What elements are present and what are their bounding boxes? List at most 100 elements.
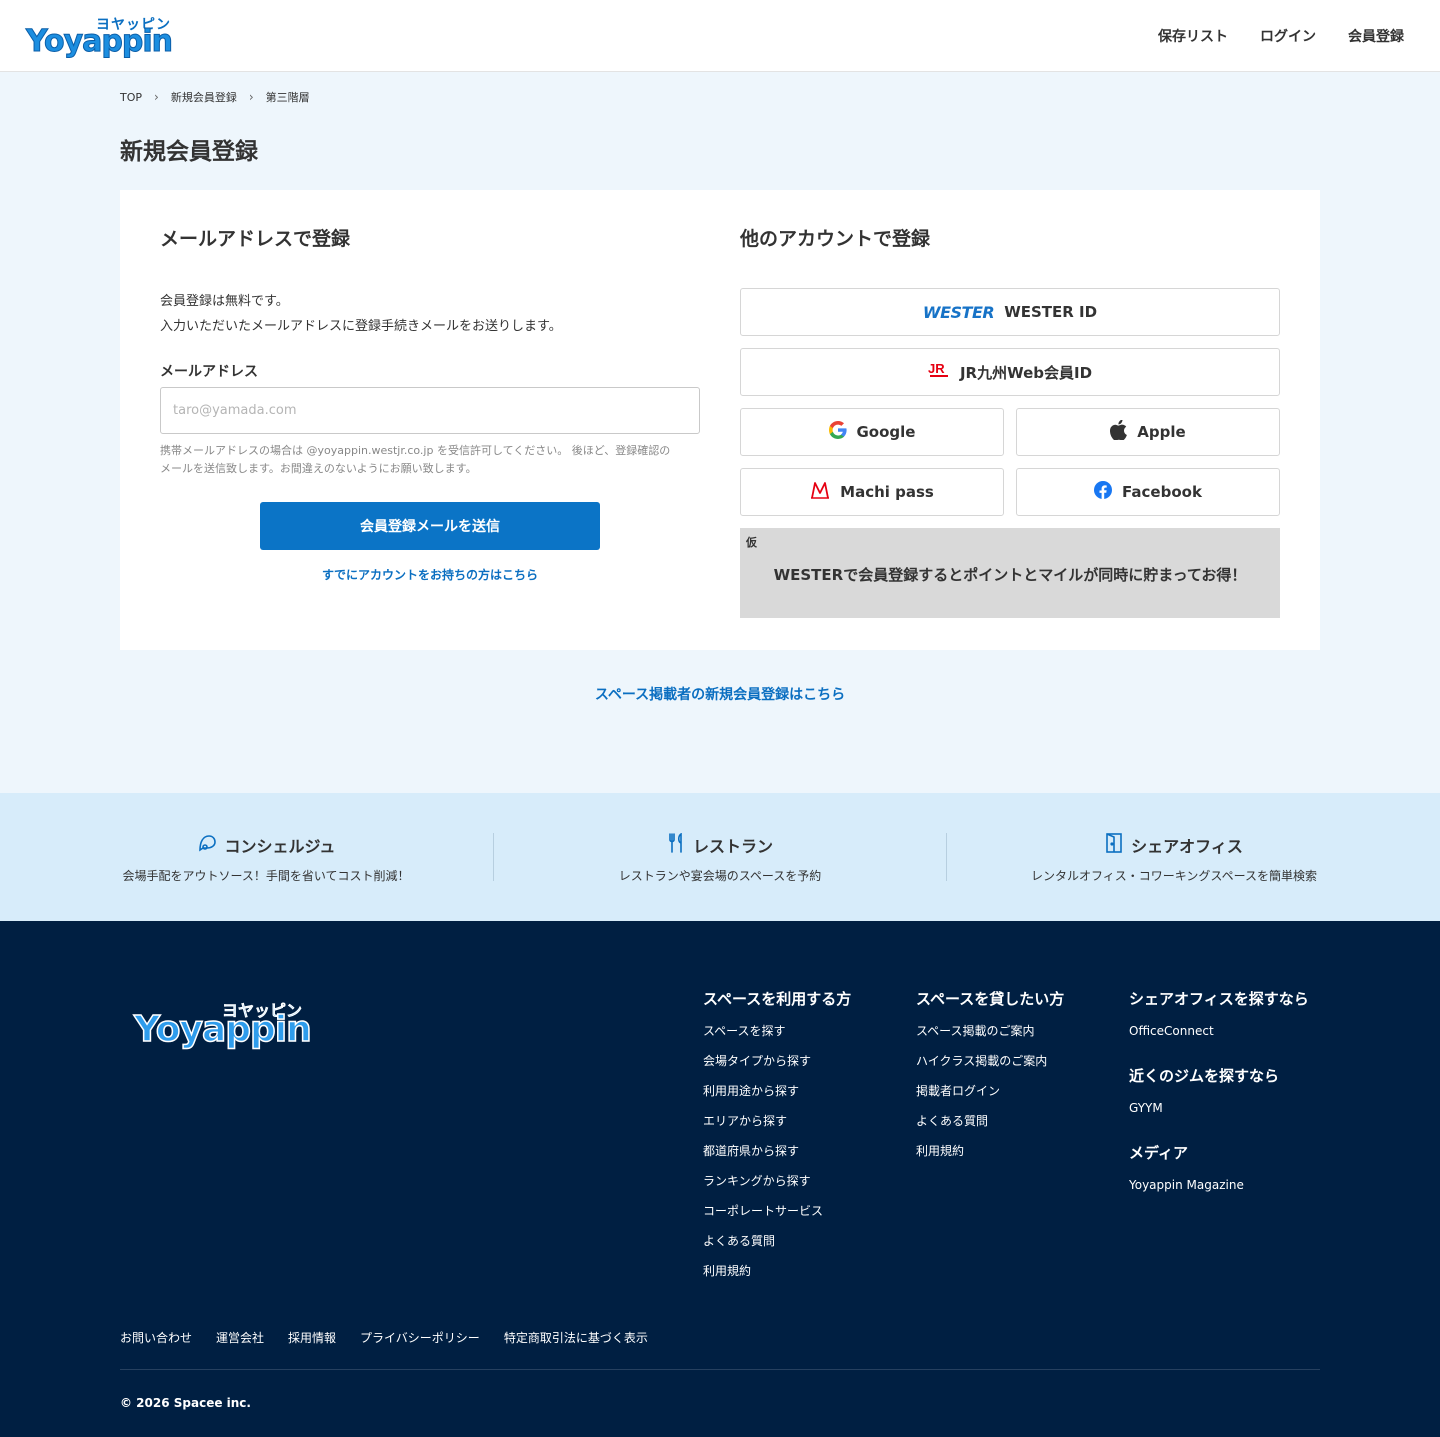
intro-line-1: 会員登録は無料です。 — [160, 294, 289, 309]
footer-link[interactable]: スペースを探す — [703, 1023, 851, 1053]
page-title: 新規会員登録 — [120, 139, 258, 165]
breadcrumb-register[interactable]: 新規会員登録 — [171, 89, 237, 105]
jr-kyushu-logo-icon: JR — [928, 361, 950, 383]
machi-pass-label: Machi pass — [840, 483, 934, 501]
footer-gym-title: 近くのジムを探すなら — [1129, 1067, 1280, 1085]
footer-link[interactable]: ランキングから探す — [703, 1173, 851, 1203]
footer-link[interactable]: 会場タイプから探す — [703, 1053, 851, 1083]
chevron-right-icon: › — [154, 90, 159, 104]
footer-users-title: スペースを利用する方 — [703, 990, 852, 1008]
service-concierge-desc: 会場手配をアウトソース！手間を省いてコスト削減！ — [122, 869, 410, 883]
wester-promo-banner[interactable]: 仮 WESTERで会員登録するとポイントとマイルが同時に貯まってお得！ — [740, 528, 1280, 618]
service-concierge[interactable]: コンシェルジュ 会場手配をアウトソース！手間を省いてコスト削減！ — [66, 833, 466, 884]
service-office[interactable]: シェアオフィス レンタルオフィス・コワーキングスペースを簡単検索 — [974, 833, 1374, 884]
email-field[interactable] — [160, 387, 700, 434]
nav-register[interactable]: 会員登録 — [1348, 26, 1404, 46]
footer-office-title: シェアオフィスを探すなら — [1129, 990, 1309, 1008]
footer-bottom-links: お問い合わせ 運営会社 採用情報 プライバシーポリシー 特定商取引法に基づく表示 — [120, 1329, 648, 1346]
facebook-label: Facebook — [1122, 483, 1202, 501]
promo-text: WESTERで会員登録するとポイントとマイルが同時に貯まってお得！ — [773, 566, 1247, 584]
service-restaurant-title: レストラン — [692, 837, 773, 856]
apple-button[interactable]: Apple — [1016, 408, 1280, 456]
concierge-icon — [197, 833, 217, 857]
host-registration-link[interactable]: スペース掲載者の新規会員登録はこちら — [0, 684, 1440, 704]
registration-card: メールアドレスで登録 会員登録は無料です。 入力いただいたメールアドレスに登録手… — [120, 190, 1320, 650]
google-label: Google — [856, 423, 916, 441]
breadcrumb: TOP › 新規会員登録 › 第三階層 — [120, 89, 310, 105]
footer-logo-text: Yoyappin — [133, 1008, 312, 1051]
google-button[interactable]: Google — [740, 408, 1004, 456]
jr-kyushu-button[interactable]: JR JR九州Web会員ID — [740, 348, 1280, 396]
facebook-icon — [1094, 481, 1113, 503]
footer-link-officeconnect[interactable]: OfficeConnect — [1129, 1023, 1309, 1053]
breadcrumb-current: 第三階層 — [265, 91, 310, 104]
footer-privacy-link[interactable]: プライバシーポリシー — [360, 1329, 480, 1346]
sso-row-1: Google Apple — [740, 408, 1280, 456]
footer-link[interactable]: 利用規約 — [703, 1263, 851, 1293]
wester-logo-icon: WESTER — [922, 302, 995, 322]
copyright: © 2026 Spacee inc. — [120, 1396, 251, 1410]
divider — [946, 833, 947, 881]
footer-link-magazine[interactable]: Yoyappin Magazine — [1129, 1177, 1309, 1207]
logo-text: Yoyappin — [26, 24, 174, 60]
yoyappin-logo[interactable]: ヨヤッピン Yoyappin — [26, 12, 174, 60]
footer-link[interactable]: 都道府県から探す — [703, 1143, 851, 1173]
machi-pass-button[interactable]: Machi pass — [740, 468, 1004, 516]
sso-row-2: Machi pass Facebook — [740, 468, 1280, 516]
wester-label: WESTER ID — [1004, 303, 1098, 321]
email-section-title: メールアドレスで登録 — [160, 228, 351, 250]
email-registration-section: メールアドレスで登録 会員登録は無料です。 入力いただいたメールアドレスに登録手… — [160, 224, 700, 583]
footer-link[interactable]: よくある質問 — [703, 1233, 851, 1263]
existing-account-link[interactable]: すでにアカウントをお持ちの方はこちら — [160, 566, 700, 583]
footer-link[interactable]: 掲載者ログイン — [916, 1083, 1064, 1113]
service-restaurant-desc: レストランや宴会場のスペースを予約 — [618, 869, 822, 883]
facebook-button[interactable]: Facebook — [1016, 468, 1280, 516]
footer-hosts-column: スペースを貸したい方 スペース掲載のご案内 ハイクラス掲載のご案内 掲載者ログイ… — [916, 988, 1064, 1173]
footer-legal-link[interactable]: 特定商取引法に基づく表示 — [504, 1329, 648, 1346]
footer-logo[interactable]: ヨヤッピン Yoyappin — [133, 995, 314, 1059]
footer-hosts-title: スペースを貸したい方 — [916, 990, 1065, 1008]
site-header: ヨヤッピン Yoyappin 保存リスト ログイン 会員登録 — [0, 0, 1440, 72]
apple-label: Apple — [1137, 423, 1186, 441]
footer-recruit-link[interactable]: 採用情報 — [288, 1329, 336, 1346]
footer-users-column: スペースを利用する方 スペースを探す 会場タイプから探す 利用用途から探す エリ… — [703, 988, 851, 1293]
footer-link[interactable]: スペース掲載のご案内 — [916, 1023, 1064, 1053]
footer-media-title: メディア — [1129, 1144, 1188, 1162]
other-section-title: 他のアカウントで登録 — [740, 228, 931, 250]
footer-link[interactable]: 利用規約 — [916, 1143, 1064, 1173]
office-icon — [1105, 833, 1123, 857]
service-concierge-title: コンシェルジュ — [224, 837, 336, 856]
chevron-right-icon: › — [248, 90, 254, 104]
send-registration-email-button[interactable]: 会員登録メールを送信 — [260, 502, 600, 550]
footer-link[interactable]: ハイクラス掲載のご案内 — [916, 1053, 1064, 1083]
intro-text: 会員登録は無料です。 入力いただいたメールアドレスに登録手続きメールをお送りしま… — [160, 289, 700, 339]
other-account-section: 他のアカウントで登録 WESTER WESTER ID JR JR九州Web会員… — [740, 224, 1280, 618]
footer-link[interactable]: エリアから探す — [703, 1113, 851, 1143]
footer-contact-link[interactable]: お問い合わせ — [120, 1329, 192, 1346]
apple-icon — [1110, 419, 1128, 444]
service-office-desc: レンタルオフィス・コワーキングスペースを簡単検索 — [1031, 869, 1317, 883]
nav-login[interactable]: ログイン — [1260, 26, 1316, 46]
service-title: シェアオフィス — [974, 833, 1374, 857]
svg-text:JR: JR — [928, 361, 945, 376]
service-title: レストラン — [520, 832, 920, 857]
nav-saved-list[interactable]: 保存リスト — [1158, 26, 1228, 46]
footer-link[interactable]: 利用用途から探す — [703, 1083, 851, 1113]
help-line-2: メールを送信致します。お間違えのないようにお願い致します。 — [160, 462, 477, 475]
email-field-label: メールアドレス — [160, 364, 258, 380]
footer-link[interactable]: よくある質問 — [916, 1113, 1064, 1143]
service-restaurant[interactable]: レストラン レストランや宴会場のスペースを予約 — [520, 832, 920, 884]
footer-link-gyym[interactable]: GYYM — [1129, 1100, 1309, 1130]
wester-id-button[interactable]: WESTER WESTER ID — [740, 288, 1280, 336]
promo-tag: 仮 — [746, 536, 757, 549]
site-footer: ヨヤッピン Yoyappin スペースを利用する方 スペースを探す 会場タイプか… — [0, 921, 1440, 1437]
footer-company-link[interactable]: 運営会社 — [216, 1329, 264, 1346]
divider — [493, 833, 494, 881]
footer-link[interactable]: コーポレートサービス — [703, 1203, 851, 1233]
google-icon — [828, 421, 847, 443]
breadcrumb-top[interactable]: TOP — [120, 91, 142, 104]
footer-other-column: シェアオフィスを探すなら OfficeConnect 近くのジムを探すなら GY… — [1129, 988, 1309, 1207]
restaurant-icon — [667, 832, 685, 857]
jr-kyushu-label: JR九州Web会員ID — [959, 363, 1093, 382]
